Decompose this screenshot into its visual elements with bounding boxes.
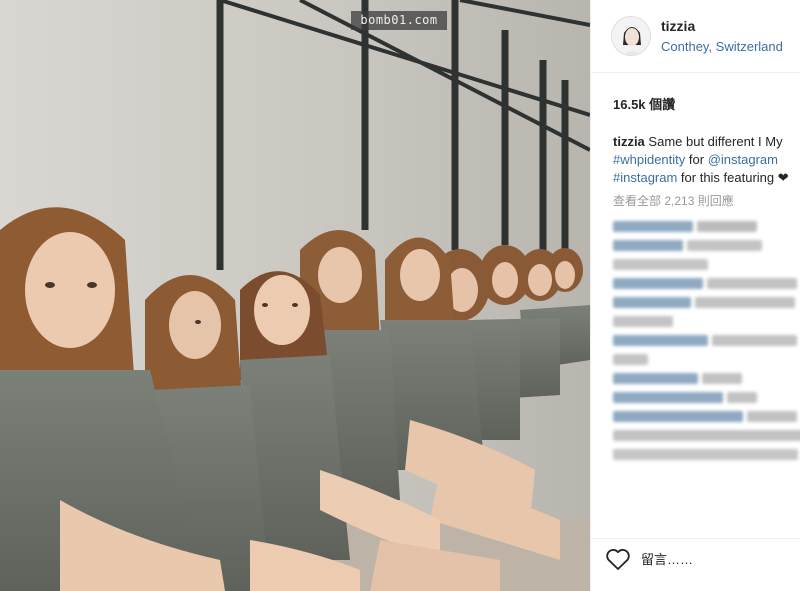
comment-row [613,392,800,403]
comment-input[interactable]: 留言…… [641,549,693,568]
avatar-image [612,17,650,55]
comment-row [613,449,800,460]
header-text: tizzia Conthey, Switzerland [661,17,783,56]
caption-username[interactable]: tizzia [613,134,645,149]
comment-row [613,297,800,308]
hashtag-whpidentity[interactable]: #whpidentity [613,152,685,167]
comments-list [613,215,800,468]
photo-illustration [0,0,590,591]
likes-count[interactable]: 16.5k 個讚 [613,94,675,113]
post-actions: 留言…… [591,538,800,591]
caption-for: for [685,152,708,167]
comment-row [613,316,800,327]
caption-line-1: tizzia Same but different I My [613,133,800,151]
comment-row [613,411,800,422]
post-caption: tizzia Same but different I My #whpident… [613,133,800,187]
comment-row [613,335,800,346]
view-all-comments-link[interactable]: 查看全部 2,213 則回應 [613,192,734,209]
caption-featuring: for this featuring ❤ [677,170,789,185]
comment-row [613,278,800,289]
caption-line-3: #instagram for this featuring ❤ [613,169,800,187]
post-sidebar: tizzia Conthey, Switzerland 16.5k 個讚 tiz… [590,0,800,591]
post-header: tizzia Conthey, Switzerland [591,0,800,72]
comment-row [613,259,800,270]
comment-row [613,221,800,232]
header-divider [591,72,800,73]
post-photo[interactable]: bomb01.com [0,0,590,591]
username-link[interactable]: tizzia [661,17,783,35]
caption-text: Same but different I My [648,134,783,149]
location-link[interactable]: Conthey, Switzerland [661,38,783,56]
caption-line-2: #whpidentity for @instagram [613,151,800,169]
comment-row [613,240,800,251]
mention-instagram[interactable]: @instagram [708,152,778,167]
comment-row [613,430,800,441]
avatar-icon[interactable] [611,16,651,56]
comment-row [613,354,800,365]
watermark: bomb01.com [351,11,447,30]
comment-row [613,373,800,384]
post-window: bomb01.com tizzia Conthey, Switzerland 1… [0,0,800,591]
hashtag-instagram[interactable]: #instagram [613,170,677,185]
heart-icon[interactable] [605,547,631,571]
